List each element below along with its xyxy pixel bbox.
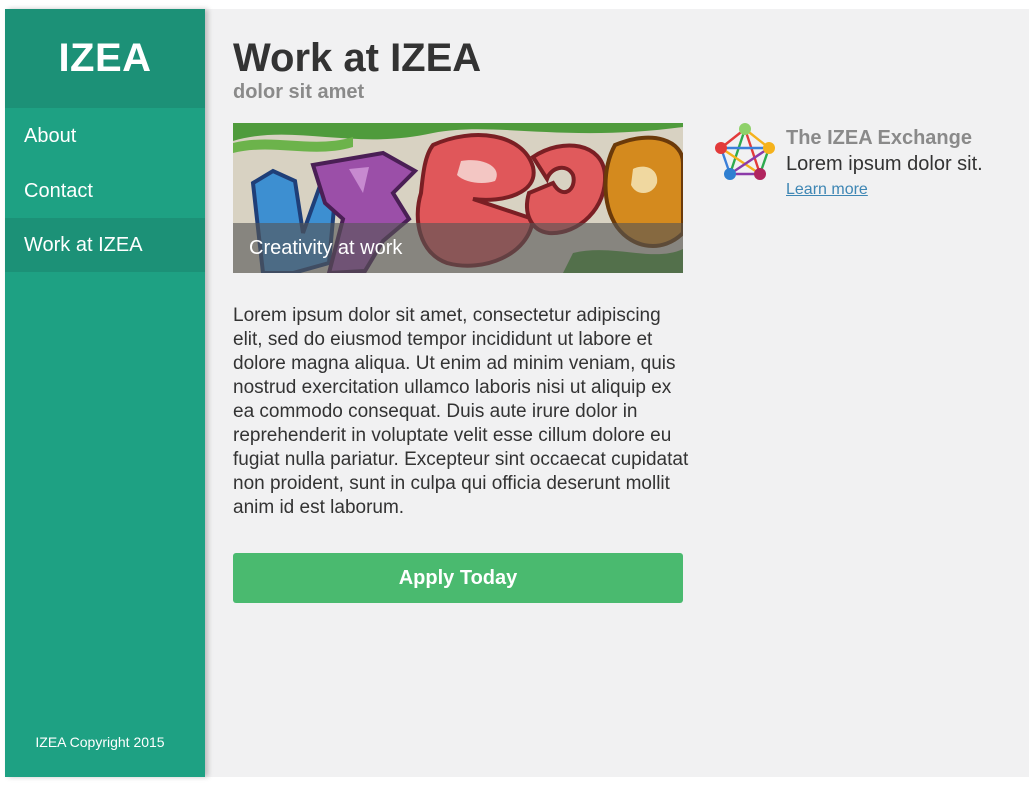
izea-exchange-promo: The IZEA Exchange Lorem ipsum dolor sit.… (712, 120, 1012, 210)
sidebar-nav: About Contact Work at IZEA (5, 108, 205, 272)
copyright-text: IZEA Copyright 2015 (35, 734, 165, 750)
nav-item-contact[interactable]: Contact (5, 164, 205, 218)
page-subtitle: dolor sit amet (233, 81, 365, 103)
promo-title: The IZEA Exchange (786, 127, 972, 149)
brand-header[interactable]: IZEA (5, 9, 205, 108)
izea-exchange-logo-icon (715, 123, 775, 180)
learn-more-link[interactable]: Learn more (786, 181, 868, 199)
nav-item-work-at-izea[interactable]: Work at IZEA (5, 218, 205, 272)
promo-text: Lorem ipsum dolor sit. (786, 153, 983, 175)
body-paragraph: Lorem ipsum dolor sit amet, consectetur … (233, 305, 689, 518)
nav-item-about[interactable]: About (5, 108, 205, 164)
hero-image: Creativity at work (233, 123, 683, 273)
hero-caption: Creativity at work (233, 223, 683, 273)
sidebar: IZEA About Contact Work at IZEA IZEA Cop… (5, 9, 205, 777)
page-title: Work at IZEA (233, 36, 482, 80)
apply-today-button[interactable]: Apply Today (233, 553, 683, 603)
brand-logo-text[interactable]: IZEA (58, 36, 151, 81)
